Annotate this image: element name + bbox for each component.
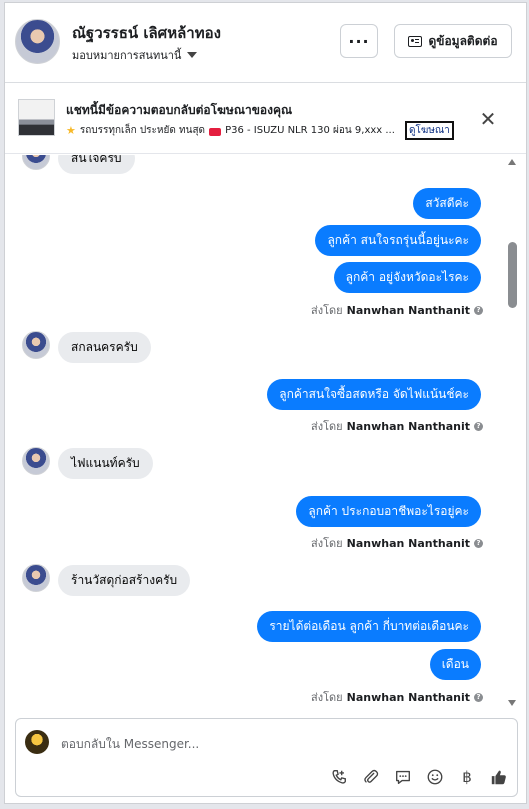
sender-avatar — [22, 447, 50, 475]
info-icon[interactable]: ? — [474, 305, 483, 315]
sender-name: Nanwhan Nanthanit — [346, 536, 470, 550]
page-avatar — [25, 730, 49, 754]
call-icon[interactable] — [329, 767, 349, 787]
assign-conversation-dropdown[interactable]: มอบหมายการสนทนานี้ — [72, 46, 198, 64]
outgoing-message: ลูกค้า สนใจรถรุ่นนี้อยู่นะคะ — [315, 225, 481, 256]
close-banner-button[interactable]: ✕ — [477, 108, 499, 130]
view-contact-info-button[interactable]: ดูข้อมูลติดต่อ — [394, 24, 512, 58]
scrollbar-thumb[interactable] — [508, 242, 517, 308]
attach-icon[interactable] — [361, 767, 381, 787]
sent-by-label: ส่งโดย Nanwhan Nanthanit ? — [311, 417, 483, 435]
more-options-button[interactable]: ··· — [340, 24, 378, 58]
like-icon[interactable] — [489, 767, 509, 787]
sender-name: Nanwhan Nanthanit — [346, 419, 470, 433]
messenger-panel: ณัฐวรรธน์ เลิศหล้าทอง มอบหมายการสนทนานี้… — [4, 2, 527, 804]
conversation-header: ณัฐวรรธน์ เลิศหล้าทอง มอบหมายการสนทนานี้… — [5, 3, 526, 83]
sent-by-label: ส่งโดย Nanwhan Nanthanit ? — [311, 688, 483, 706]
incoming-message: สนใจครับ — [58, 155, 135, 174]
sent-by-label: ส่งโดย Nanwhan Nanthanit ? — [311, 301, 483, 319]
ad-subtitle-pre: รถบรรทุกเล็ก ประหยัด ทนสุด — [79, 125, 206, 136]
outgoing-message: เดือน — [429, 649, 481, 680]
incoming-message: ไฟแนนท์ครับ — [58, 448, 153, 479]
contact-name[interactable]: ณัฐวรรธน์ เลิศหล้าทอง — [72, 21, 221, 45]
ad-reply-banner: แชทนี้มีข้อความตอบกลับต่อโฆษณาของคุณ ★ ร… — [5, 84, 526, 154]
sender-avatar — [22, 564, 50, 592]
sender-avatar — [22, 155, 50, 170]
saved-reply-icon[interactable] — [393, 767, 413, 787]
scroll-down-arrow-icon[interactable] — [508, 700, 516, 706]
view-contact-info-label: ดูข้อมูลติดต่อ — [428, 33, 498, 48]
sent-by-prefix: ส่งโดย — [311, 304, 343, 317]
incoming-message: สกลนครครับ — [58, 332, 151, 363]
contact-avatar[interactable] — [15, 19, 60, 64]
caret-down-icon — [187, 52, 198, 58]
outgoing-message: สวัสดีค่ะ — [413, 188, 481, 219]
sender-name: Nanwhan Nanthanit — [346, 690, 470, 704]
ad-subtitle-post: P36 - ISUZU NLR 130 ผ่อน 9,xxx ... — [225, 125, 395, 136]
reply-input[interactable] — [61, 737, 461, 751]
outgoing-message: ลูกค้าสนใจซื้อสดหรือ จัดไฟแน้นช์คะ — [267, 379, 481, 410]
composer-toolbar: ฿ — [329, 767, 509, 787]
assign-label: มอบหมายการสนทนานี้ — [72, 49, 182, 62]
info-icon[interactable]: ? — [474, 692, 483, 702]
outgoing-message: ลูกค้า อยู่จังหวัดอะไรคะ — [333, 262, 481, 293]
sent-by-prefix: ส่งโดย — [311, 537, 343, 550]
truck-icon — [209, 127, 222, 136]
contact-card-icon — [408, 35, 423, 47]
ad-banner-title: แชทนี้มีข้อความตอบกลับต่อโฆษณาของคุณ — [66, 103, 293, 117]
ad-banner-subtitle: ★ รถบรรทุกเล็ก ประหยัด ทนสุด P36 - ISUZU… — [66, 123, 395, 138]
info-icon[interactable]: ? — [474, 421, 483, 431]
star-icon: ★ — [66, 124, 76, 137]
sent-by-prefix: ส่งโดย — [311, 691, 343, 704]
outgoing-message: ลูกค้า ประกอบอาชีพอะไรอยู่คะ — [296, 496, 481, 527]
baht-icon[interactable]: ฿ — [457, 767, 477, 787]
info-icon[interactable]: ? — [474, 538, 483, 548]
ad-thumbnail[interactable] — [18, 99, 55, 136]
emoji-icon[interactable] — [425, 767, 445, 787]
sent-by-prefix: ส่งโดย — [311, 420, 343, 433]
sent-by-label: ส่งโดย Nanwhan Nanthanit ? — [311, 534, 483, 552]
sender-name: Nanwhan Nanthanit — [346, 303, 470, 317]
view-ad-link[interactable]: ดูโฆษณา — [405, 121, 454, 140]
outgoing-message: รายได้ต่อเดือน ลูกค้า กี่บาทต่อเดือนคะ — [257, 611, 481, 642]
message-thread[interactable]: สนใจครับ สวัสดีค่ะ ลูกค้า สนใจรถรุ่นนี้อ… — [5, 155, 526, 715]
scroll-up-arrow-icon[interactable] — [508, 159, 516, 165]
sender-avatar — [22, 331, 50, 359]
incoming-message: ร้านวัสดุก่อสร้างครับ — [58, 565, 191, 596]
reply-composer: ฿ — [15, 718, 518, 797]
